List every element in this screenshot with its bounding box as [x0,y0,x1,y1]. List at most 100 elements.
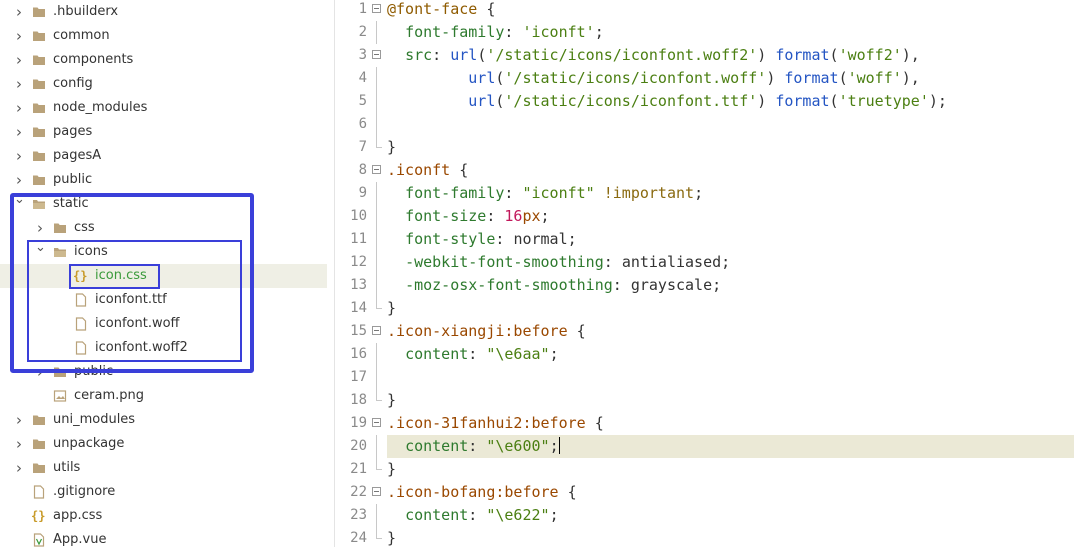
tree-item-gitignore[interactable]: .gitignore [0,480,327,504]
code-text[interactable]: } [387,527,1074,547]
fold-toggle-icon[interactable] [372,50,381,59]
code-line[interactable]: 23 content: "\e622"; [335,504,1074,527]
code-line[interactable]: 8 .iconft { [335,159,1074,182]
code-token: normal [513,230,568,248]
code-text[interactable]: .icon-xiangji:before { [387,320,1074,343]
code-text[interactable]: src: url('/static/icons/iconfont.woff2')… [387,44,1074,67]
tree-item-components[interactable]: › components [0,48,327,72]
chevron-right-icon[interactable]: › [14,168,24,192]
fold-toggle-icon[interactable] [372,326,381,335]
code-text[interactable]: url ('/static/icons/iconfont.ttf') format… [387,90,1074,113]
code-token: : [504,184,523,202]
tree-item-node-modules[interactable]: › node_modules [0,96,327,120]
code-line[interactable]: 9 font-family: "iconft" !important; [335,182,1074,205]
tree-item-hbuilderx[interactable]: › .hbuilderx [0,0,327,24]
chevron-right-icon[interactable]: › [14,456,24,480]
tree-item-pagesa[interactable]: › pagesA [0,144,327,168]
code-text[interactable]: content: "\e6aa"; [387,343,1074,366]
tree-item-public[interactable]: › public [0,168,327,192]
line-number: 10 [350,208,367,224]
code-line[interactable]: 5 url ('/static/icons/iconfont.ttf') form… [335,90,1074,113]
code-line[interactable]: 18} [335,389,1074,412]
code-text[interactable]: font-family: 'iconft'; [387,21,1074,44]
fold-end-marker [376,389,382,401]
code-text[interactable]: content: "\e622"; [387,504,1074,527]
chevron-right-icon[interactable]: › [14,144,24,168]
code-line[interactable]: 19 .icon-31fanhui2:before { [335,412,1074,435]
fold-toggle-icon[interactable] [372,165,381,174]
code-token: : [468,506,487,524]
code-text[interactable]: .icon-bofang:before { [387,481,1074,504]
code-line[interactable]: 24} [335,527,1074,547]
code-line[interactable]: 22 .icon-bofang:before { [335,481,1074,504]
chevron-right-icon[interactable]: › [14,24,24,48]
line-number: 9 [358,185,367,201]
code-line[interactable]: 11 font-style: normal; [335,228,1074,251]
code-line[interactable]: 17 [335,366,1074,389]
code-line[interactable]: 20 content: "\e600"; [335,435,1074,458]
code-token: 'truetype' [838,92,929,110]
chevron-right-icon[interactable]: › [14,72,24,96]
code-line[interactable]: 7} [335,136,1074,159]
code-text[interactable]: .iconft { [387,159,1074,182]
code-text[interactable]: content: "\e600"; [387,435,1074,458]
chevron-right-icon[interactable]: › [14,48,24,72]
code-text[interactable]: } [387,136,1074,159]
code-text[interactable]: @font-face { [387,0,1074,21]
code-text[interactable]: } [387,297,1074,320]
code-text[interactable] [387,366,1074,389]
folder-icon [32,413,46,427]
tree-item-app-css[interactable]: {} app.css [0,504,327,528]
code-line[interactable]: 15 .icon-xiangji:before { [335,320,1074,343]
code-text[interactable]: font-style: normal; [387,228,1074,251]
code-text[interactable]: } [387,389,1074,412]
tree-item-uni-modules[interactable]: › uni_modules [0,408,327,432]
code-line[interactable]: 6 [335,113,1074,136]
code-text[interactable] [387,113,1074,136]
chevron-right-icon[interactable]: › [14,432,24,456]
code-line[interactable]: 21} [335,458,1074,481]
code-token: url [468,69,496,87]
fold-toggle-icon[interactable] [372,418,381,427]
code-line[interactable]: 10 font-size: 16px; [335,205,1074,228]
tree-item-config[interactable]: › config [0,72,327,96]
folder-icon [32,77,46,91]
code-text[interactable]: font-size: 16px; [387,205,1074,228]
chevron-right-icon[interactable]: › [14,96,24,120]
code-token: ), [901,46,920,64]
annotation-box-icons [27,240,242,362]
code-text[interactable]: -webkit-font-smoothing: antialiased; [387,251,1074,274]
code-line[interactable]: 13 -moz-osx-font-smoothing: grayscale; [335,274,1074,297]
chevron-right-icon[interactable]: › [14,120,24,144]
code-token: font-style [405,230,496,248]
chevron-right-icon[interactable]: › [14,0,24,24]
code-line[interactable]: 1 @font-face { [335,0,1074,21]
fold-toggle-icon[interactable] [372,4,381,13]
code-text[interactable]: .icon-31fanhui2:before { [387,412,1074,435]
code-line[interactable]: 14} [335,297,1074,320]
tree-item-label: ceram.png [74,388,144,403]
code-text[interactable]: url ('/static/icons/iconfont.woff') forma… [387,67,1074,90]
fold-toggle-icon[interactable] [372,487,381,496]
code-line[interactable]: 12 -webkit-font-smoothing: antialiased; [335,251,1074,274]
code-line[interactable]: 3 src: url('/static/icons/iconfont.woff2… [335,44,1074,67]
code-text[interactable]: } [387,458,1074,481]
tree-item-utils[interactable]: › utils [0,456,327,480]
tree-item-app-vue[interactable]: App.vue [0,528,327,547]
tree-item-ceram-png[interactable]: ceram.png [0,384,327,408]
code-line[interactable]: 2 font-family: 'iconft'; [335,21,1074,44]
code-text[interactable]: -moz-osx-font-smoothing: grayscale; [387,274,1074,297]
line-number: 7 [358,139,367,155]
code-line[interactable]: 4 url ('/static/icons/iconfont.woff') for… [335,67,1074,90]
code-token: ) [766,69,785,87]
tree-item-common[interactable]: › common [0,24,327,48]
code-editor[interactable]: 1 @font-face {2 font-family: 'iconft'; 3 s… [335,0,1074,547]
tree-item-pages[interactable]: › pages [0,120,327,144]
chevron-right-icon[interactable]: › [14,408,24,432]
tree-item-unpackage[interactable]: › unpackage [0,432,327,456]
code-token: ), [901,69,920,87]
code-line[interactable]: 16 content: "\e6aa"; [335,343,1074,366]
code-text[interactable]: font-family: "iconft" !important; [387,182,1074,205]
